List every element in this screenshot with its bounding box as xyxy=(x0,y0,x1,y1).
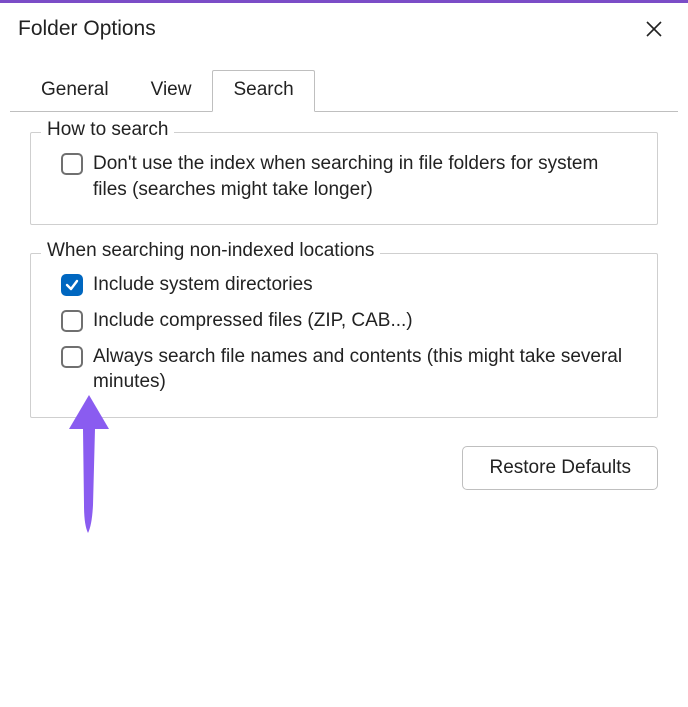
checkbox-system-dirs[interactable] xyxy=(61,274,83,296)
tab-search[interactable]: Search xyxy=(212,70,314,112)
option-system-dirs: Include system directories xyxy=(61,272,627,298)
checkbox-no-index[interactable] xyxy=(61,153,83,175)
restore-row: Restore Defaults xyxy=(30,446,658,490)
option-no-index: Don't use the index when searching in fi… xyxy=(61,151,627,202)
window-title: Folder Options xyxy=(18,17,156,41)
group-how-to-search: How to search Don't use the index when s… xyxy=(30,132,658,225)
checkbox-always-search[interactable] xyxy=(61,346,83,368)
restore-defaults-button[interactable]: Restore Defaults xyxy=(462,446,658,490)
label-compressed: Include compressed files (ZIP, CAB...) xyxy=(93,308,413,334)
tab-view[interactable]: View xyxy=(130,70,213,112)
folder-options-window: Folder Options General View Search How t… xyxy=(0,0,688,707)
tab-general[interactable]: General xyxy=(20,70,130,112)
group-non-indexed: When searching non-indexed locations Inc… xyxy=(30,253,658,418)
label-always-search: Always search file names and contents (t… xyxy=(93,344,627,395)
close-button[interactable] xyxy=(638,13,670,45)
tab-panel-search: How to search Don't use the index when s… xyxy=(10,111,678,490)
close-icon xyxy=(646,21,662,37)
label-no-index: Don't use the index when searching in fi… xyxy=(93,151,627,202)
titlebar: Folder Options xyxy=(0,3,688,51)
option-compressed: Include compressed files (ZIP, CAB...) xyxy=(61,308,627,334)
check-icon xyxy=(65,278,79,292)
label-system-dirs: Include system directories xyxy=(93,272,313,298)
group-legend: How to search xyxy=(41,119,174,141)
group-legend: When searching non-indexed locations xyxy=(41,240,380,262)
option-always-search: Always search file names and contents (t… xyxy=(61,344,627,395)
tab-strip: General View Search xyxy=(20,69,688,111)
checkbox-compressed[interactable] xyxy=(61,310,83,332)
